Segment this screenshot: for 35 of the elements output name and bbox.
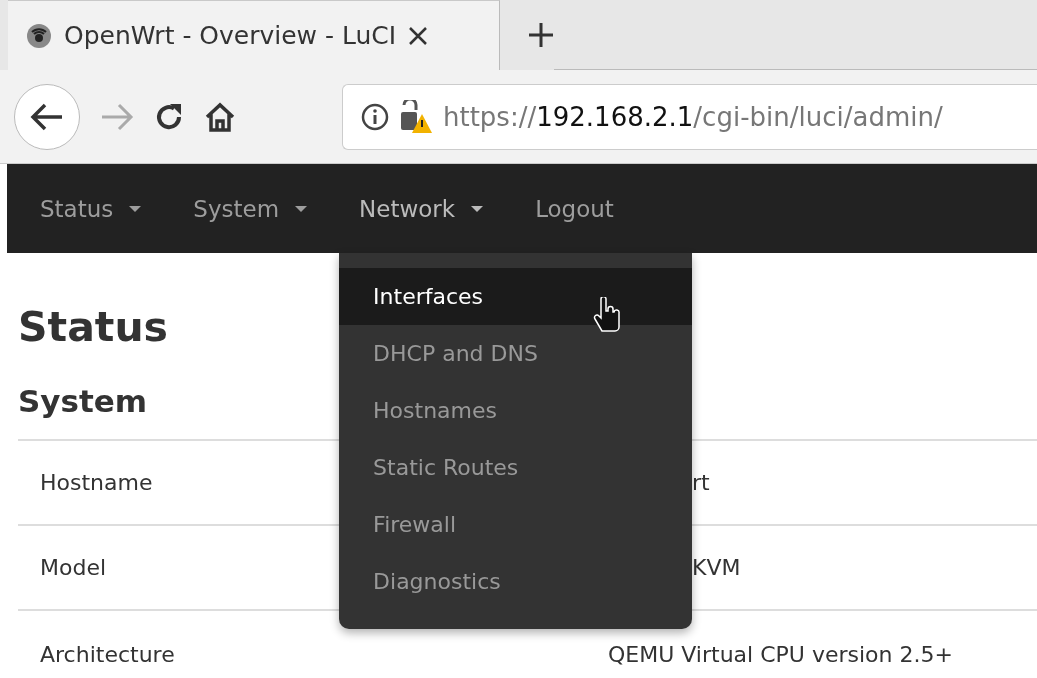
new-tab-icon[interactable] xyxy=(528,22,554,48)
caret-icon xyxy=(129,205,142,212)
caret-icon xyxy=(471,205,484,212)
menu-item[interactable]: Status xyxy=(14,164,168,253)
reload-icon xyxy=(154,101,184,132)
close-icon[interactable] xyxy=(408,25,429,46)
field-value: rt xyxy=(691,470,710,495)
field-label: Architecture xyxy=(39,642,176,667)
address-bar[interactable]: https://192.168.2.1/cgi-bin/luci/admin/ xyxy=(342,83,1037,150)
info-icon xyxy=(361,102,389,131)
reload-button[interactable] xyxy=(154,101,184,132)
menu-item[interactable]: Logout xyxy=(509,164,640,253)
back-arrow-icon xyxy=(30,101,64,132)
tab-title: OpenWrt - Overview - LuCI xyxy=(64,21,397,50)
dropdown-item[interactable]: Hostnames xyxy=(339,382,693,439)
dropdown-item[interactable]: DHCP and DNS xyxy=(339,325,693,382)
section-title: System xyxy=(18,382,148,421)
caret-icon xyxy=(295,205,308,212)
warning-lock-icon xyxy=(399,99,433,134)
field-value: KVM xyxy=(691,555,741,580)
site-icon xyxy=(26,22,52,49)
menu-item[interactable]: System xyxy=(167,164,334,253)
dropdown-item[interactable]: Interfaces xyxy=(339,268,693,325)
home-icon xyxy=(204,101,236,132)
url-text: https://192.168.2.1/cgi-bin/luci/admin/ xyxy=(443,101,943,132)
field-value: QEMU Virtual CPU version 2.5+ xyxy=(608,642,953,667)
forward-arrow-icon xyxy=(100,101,134,132)
field-label: Hostname xyxy=(39,470,154,495)
dropdown-item[interactable]: Firewall xyxy=(339,496,693,553)
browser-tab[interactable]: OpenWrt - Overview - LuCI xyxy=(8,0,500,70)
page-title: Status xyxy=(18,302,168,353)
dropdown-item[interactable]: Diagnostics xyxy=(339,553,693,610)
field-label: Model xyxy=(39,555,108,580)
dropdown-item[interactable]: Static Routes xyxy=(339,439,693,496)
home-button[interactable] xyxy=(204,101,236,132)
